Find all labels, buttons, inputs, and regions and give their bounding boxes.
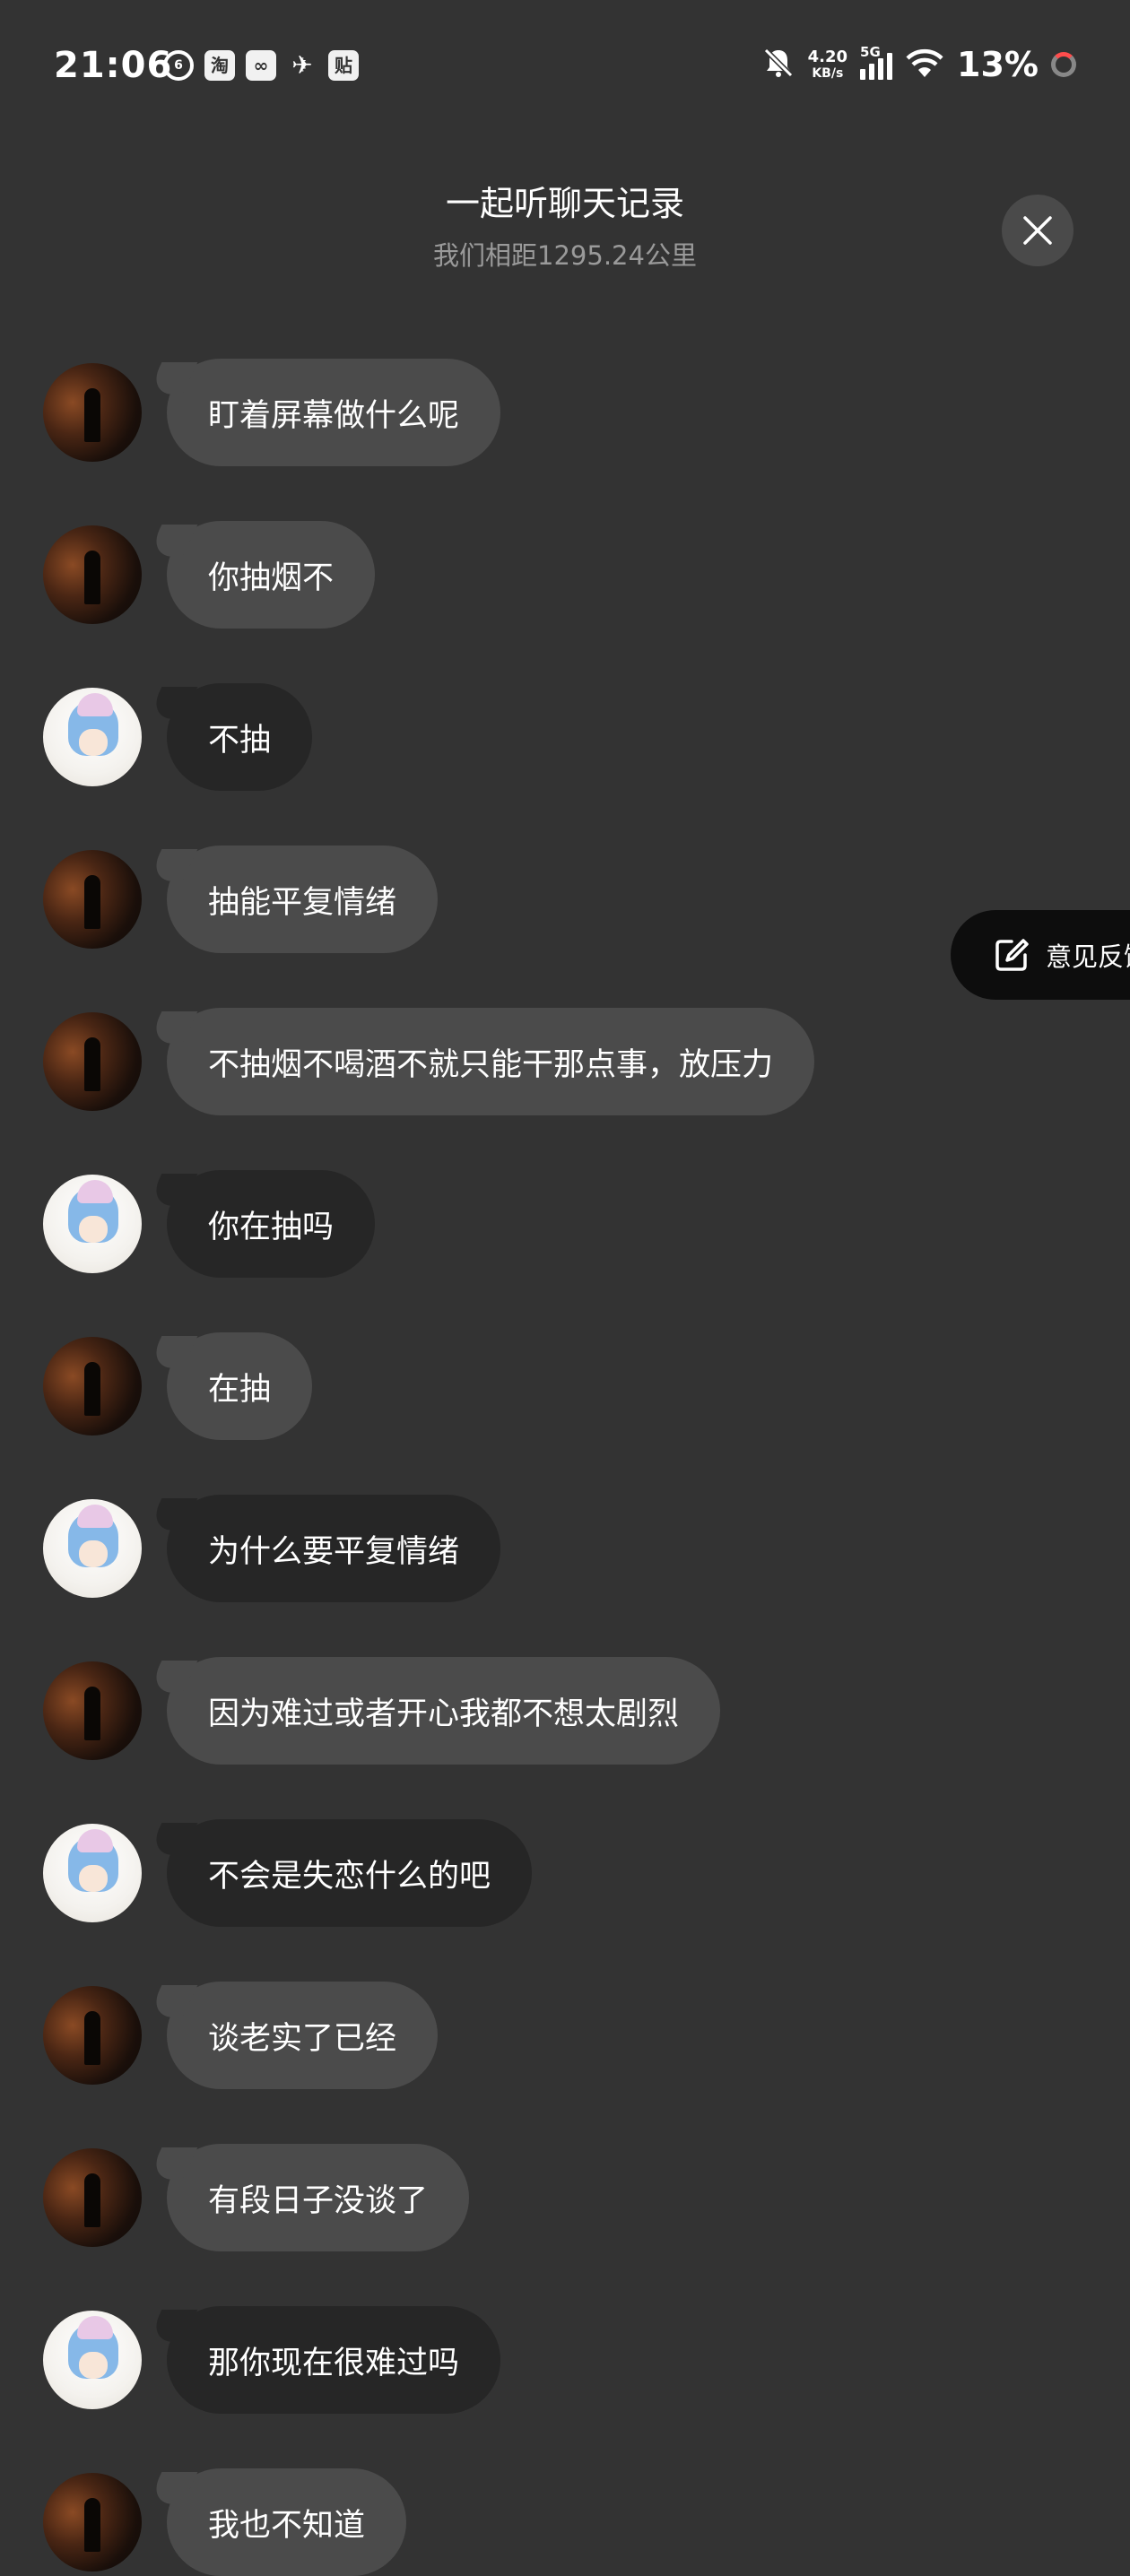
mute-bell-icon (761, 46, 795, 83)
message-bubble[interactable]: 不抽 (167, 683, 313, 791)
avatar-other[interactable] (43, 850, 142, 949)
app-icon: ∞ (246, 50, 276, 81)
message-bubble[interactable]: 谈老实了已经 (167, 1982, 439, 2089)
distance-subtitle: 我们相距1295.24公里 (433, 240, 697, 271)
wifi-icon (905, 47, 944, 82)
message-row: 我也不知道 (43, 2468, 407, 2576)
message-bubble[interactable]: 你在抽吗 (167, 1170, 376, 1278)
message-row: 为什么要平复情绪 (43, 1495, 501, 1602)
battery-icon (1051, 52, 1076, 77)
message-bubble[interactable]: 不会是失恋什么的吧 (167, 1819, 533, 1927)
avatar-other[interactable] (43, 1012, 142, 1111)
message-row: 有段日子没谈了 (43, 2144, 470, 2251)
message-bubble[interactable]: 我也不知道 (167, 2468, 407, 2576)
bird-icon: ✈ (291, 50, 313, 80)
message-row: 盯着屏幕做什么呢 (43, 359, 501, 466)
message-row: 因为难过或者开心我都不想太剧烈 (43, 1657, 721, 1765)
message-bubble[interactable]: 不抽烟不喝酒不就只能干那点事，放压力 (167, 1008, 815, 1115)
message-row: 在抽 (43, 1332, 313, 1440)
message-row: 谈老实了已经 (43, 1982, 439, 2089)
message-bubble[interactable]: 你抽烟不 (167, 521, 376, 629)
netease-music-icon: 6 (163, 50, 194, 81)
message-bubble[interactable]: 因为难过或者开心我都不想太剧烈 (167, 1657, 721, 1765)
taobao-icon: 淘 (204, 50, 235, 81)
net-speed-unit: KB/s (812, 66, 844, 81)
message-row: 你抽烟不 (43, 521, 376, 629)
message-row: 不抽烟不喝酒不就只能干那点事，放压力 (43, 1008, 815, 1115)
avatar-other[interactable] (43, 1337, 142, 1435)
close-button[interactable] (1002, 195, 1074, 266)
message-bubble[interactable]: 有段日子没谈了 (167, 2144, 470, 2251)
message-bubble[interactable]: 在抽 (167, 1332, 313, 1440)
avatar-other[interactable] (43, 1661, 142, 1760)
avatar-me[interactable] (43, 2311, 142, 2409)
avatar-me[interactable] (43, 688, 142, 786)
message-bubble[interactable]: 盯着屏幕做什么呢 (167, 359, 501, 466)
notification-icons: 6 淘 ∞ ✈ 贴 (163, 50, 359, 81)
feedback-button[interactable]: 意见反馈 (951, 910, 1130, 1000)
avatar-me[interactable] (43, 1824, 142, 1922)
status-bar: 21:06 6 淘 ∞ ✈ 贴 4.20 KB/s 5G 13% (0, 0, 1130, 134)
edit-icon (995, 939, 1029, 971)
net-speed-value: 4.20 (807, 48, 848, 66)
cellular-signal-icon: 5G (860, 44, 893, 80)
page-title: 一起听聊天记录 (445, 184, 684, 223)
network-type: 5G (860, 44, 881, 60)
message-row: 不会是失恋什么的吧 (43, 1819, 533, 1927)
status-time: 21:06 (54, 45, 173, 86)
status-right: 4.20 KB/s 5G 13% (761, 44, 1076, 84)
feedback-label: 意见反馈 (1046, 941, 1130, 972)
avatar-me[interactable] (43, 1175, 142, 1273)
net-speed: 4.20 KB/s (807, 48, 848, 82)
avatar-other[interactable] (43, 2473, 142, 2572)
message-row: 你在抽吗 (43, 1170, 376, 1278)
message-bubble[interactable]: 抽能平复情绪 (167, 846, 439, 953)
message-bubble[interactable]: 为什么要平复情绪 (167, 1495, 501, 1602)
avatar-other[interactable] (43, 363, 142, 462)
battery-percent: 13% (957, 45, 1039, 84)
message-bubble[interactable]: 那你现在很难过吗 (167, 2306, 501, 2414)
message-row: 不抽 (43, 683, 313, 791)
avatar-me[interactable] (43, 1499, 142, 1598)
avatar-other[interactable] (43, 525, 142, 624)
avatar-other[interactable] (43, 1986, 142, 2085)
message-row: 抽能平复情绪 (43, 846, 439, 953)
avatar-other[interactable] (43, 2148, 142, 2247)
message-row: 那你现在很难过吗 (43, 2306, 501, 2414)
close-icon (1023, 216, 1052, 245)
tieba-icon: 贴 (328, 50, 359, 81)
